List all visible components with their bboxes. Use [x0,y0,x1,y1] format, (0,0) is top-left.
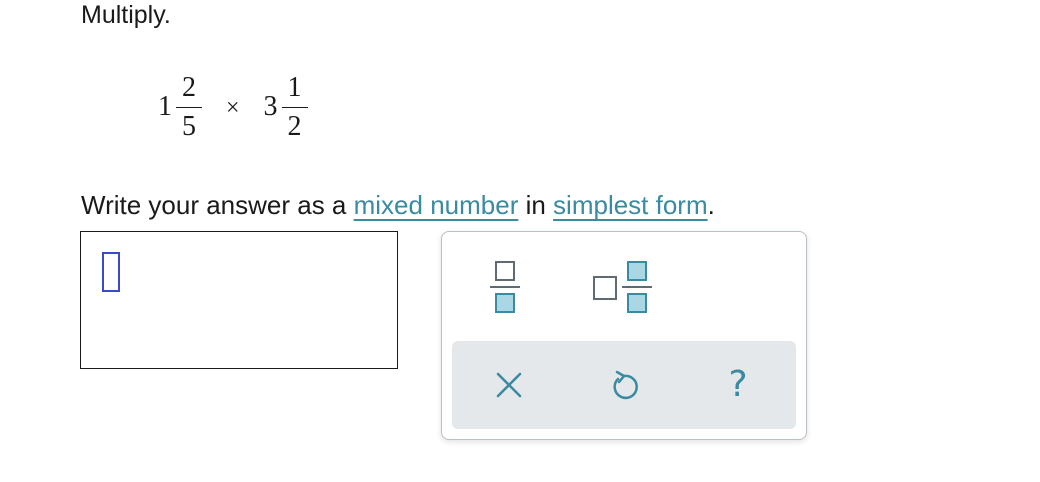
right-mixed-number: 3 1 2 [263,71,308,142]
undo-button[interactable] [602,363,646,407]
prompt-text-middle: in [518,190,554,220]
help-icon: ? [728,364,748,405]
math-toolbox: ? [441,231,807,440]
toolbox-action-bar: ? [452,341,796,429]
left-whole: 1 [158,91,172,122]
prompt-text-after: . [707,190,715,220]
math-expression: 1 2 5 × 3 1 2 [158,64,308,150]
fraction-template-button[interactable] [488,258,522,316]
left-numerator: 2 [182,71,196,103]
mixed-number-link[interactable]: mixed number [354,190,519,220]
right-whole: 3 [263,91,278,122]
right-fraction: 1 2 [281,71,308,142]
left-mixed-number: 1 2 5 [158,71,202,142]
answer-prompt: Write your answer as a mixed number in s… [81,188,715,222]
input-placeholder-slot[interactable] [102,252,120,292]
right-numerator: 1 [287,71,302,103]
answer-input[interactable] [80,231,398,369]
right-fraction-bar [281,106,308,108]
right-denominator: 2 [287,110,302,142]
prompt-text-before: Write your answer as a [81,190,354,220]
left-fraction: 2 5 [176,71,202,142]
help-button[interactable]: ? [716,363,760,407]
question-page: Multiply. 1 2 5 × 3 1 2 Write your answe… [0,0,1040,482]
left-fraction-bar [176,106,202,108]
left-denominator: 5 [182,110,196,142]
undo-icon [613,370,638,400]
mixed-number-icon [593,261,652,313]
mixed-number-template-button[interactable] [588,258,652,316]
simplest-form-link[interactable]: simplest form [553,190,708,220]
multiply-operator: × [226,94,240,121]
fraction-icon [490,261,520,313]
close-icon [496,372,522,398]
clear-button[interactable] [487,363,531,407]
instruction-text: Multiply. [81,1,171,29]
